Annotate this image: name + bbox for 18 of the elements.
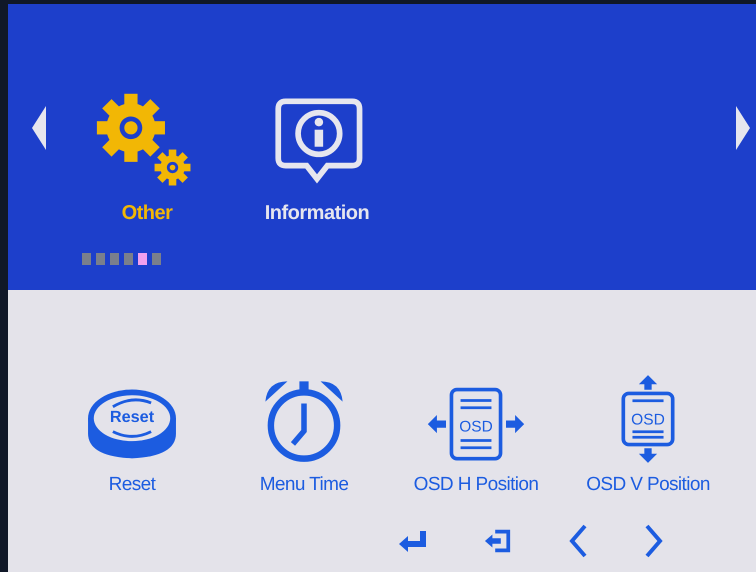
menu-item[interactable]: OSD OSD H Position [390, 366, 562, 496]
left-chevron-icon [568, 524, 588, 558]
right-chevron-icon [644, 524, 664, 558]
menu-item[interactable]: Reset Reset [46, 366, 218, 496]
menu-item-label: OSD V Position [586, 474, 710, 496]
category-tab[interactable]: Other [62, 90, 232, 225]
menu-item-label: Menu Time [260, 474, 348, 496]
category-label: Other [122, 202, 172, 225]
right-arrow-icon[interactable] [736, 106, 750, 150]
left-arrow-icon[interactable] [32, 106, 46, 150]
exit-icon [484, 528, 512, 554]
menu-item-label: OSD H Position [414, 474, 538, 496]
category-tab[interactable]: Information [232, 90, 402, 225]
menu-item[interactable]: Menu Time [218, 366, 390, 496]
menu-item[interactable]: OSD OSD V Position [562, 366, 734, 496]
menu-item-label: Reset [108, 474, 156, 496]
category-label: Information [264, 202, 370, 225]
enter-icon [398, 529, 428, 553]
